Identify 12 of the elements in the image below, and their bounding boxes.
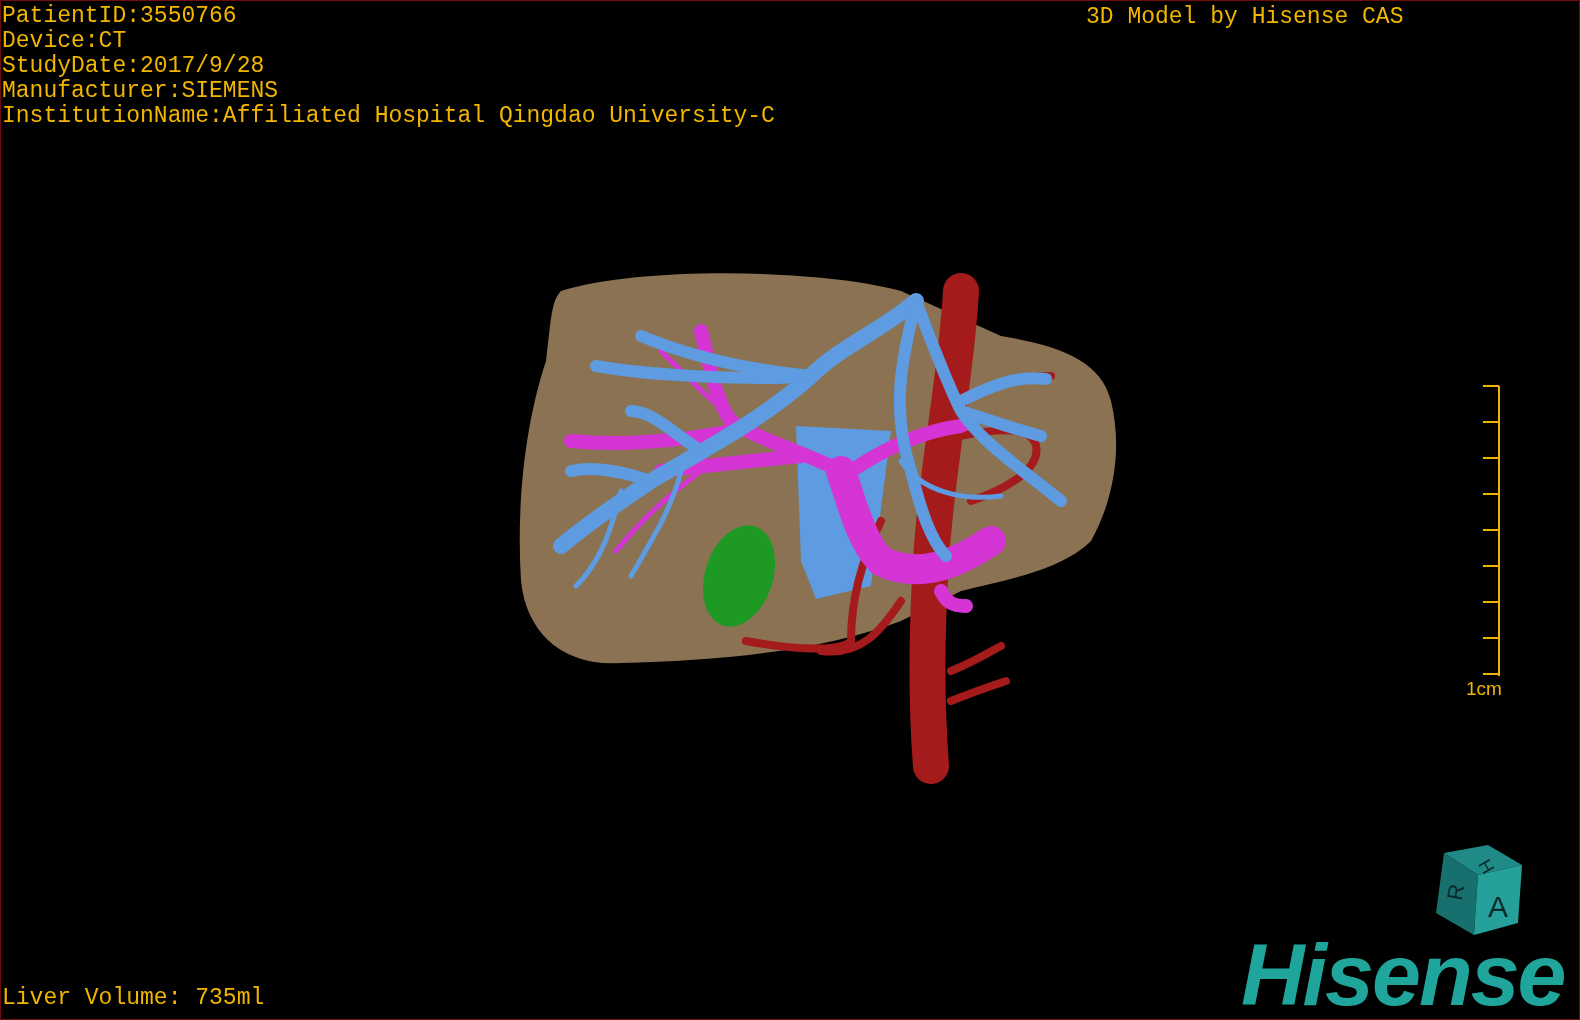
patient-info-text: StudyDate:2017/9/28 <box>2 54 265 79</box>
patient-info-text: Manufacturer:SIEMENS <box>2 79 279 104</box>
cube-face-letter: H <box>1474 856 1499 878</box>
logo-text: Hisense <box>1241 931 1565 1019</box>
patient-info-text: Device:CT <box>2 29 127 54</box>
patient-info-text: PatientID:3550766 <box>2 4 237 29</box>
patient-info-text: InstitutionName:Affiliated Hospital Qingdao University-C <box>2 104 775 129</box>
scale-label: 1cm <box>1466 679 1502 699</box>
cube-face-letter: R <box>1441 882 1470 903</box>
cube-face-letter: A <box>1488 890 1508 923</box>
liver-volume-text: Liver Volume: 735ml <box>2 986 265 1011</box>
model-credit-text: 3D Model by Hisense CAS <box>1086 5 1404 30</box>
